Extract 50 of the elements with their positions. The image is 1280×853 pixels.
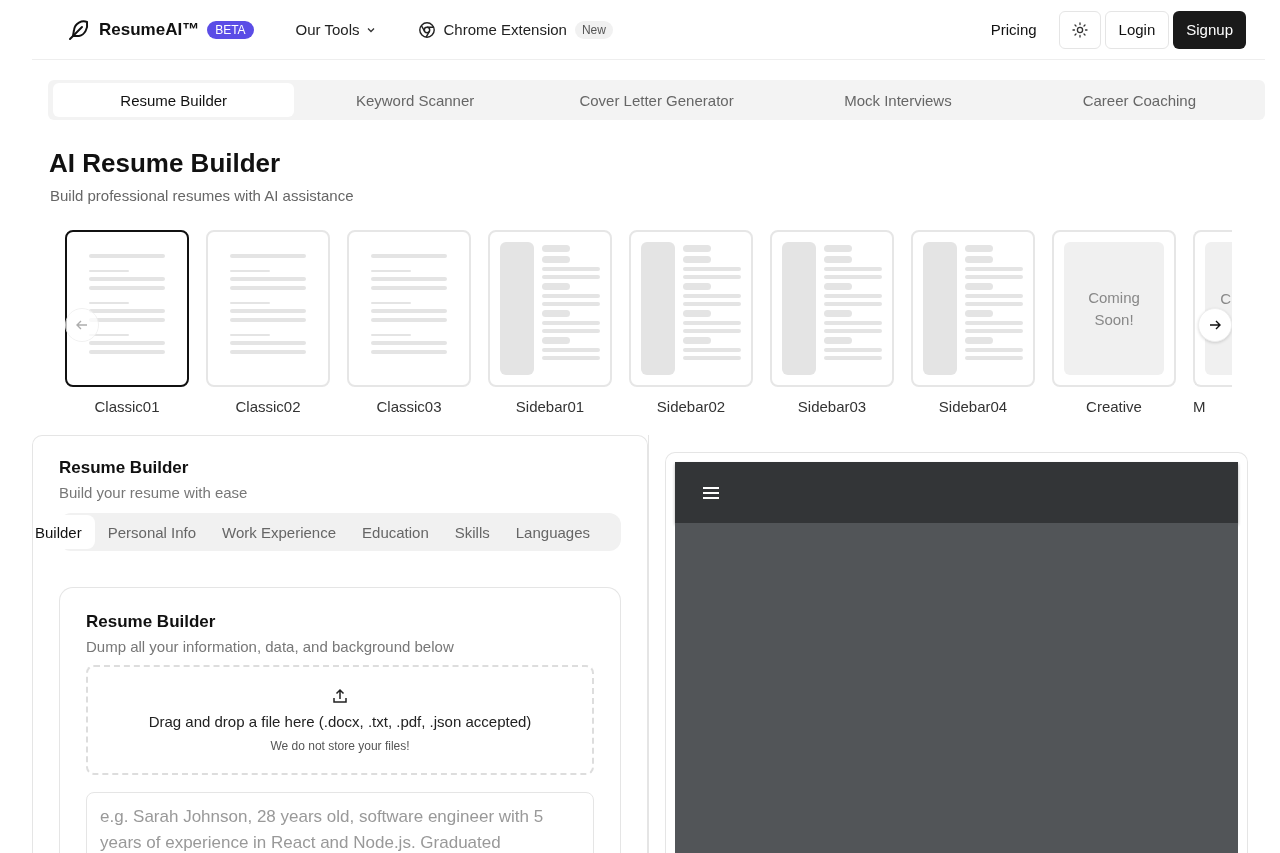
template-thumbnail[interactable]: [65, 230, 189, 387]
menu-icon[interactable]: [702, 485, 720, 500]
card-title: Resume Builder: [86, 612, 217, 632]
arrow-right-icon: [1208, 318, 1222, 332]
section-tab[interactable]: Work Experience: [209, 515, 350, 549]
signup-button[interactable]: Signup: [1173, 10, 1246, 49]
tool-tab[interactable]: Keyword Scanner: [294, 83, 536, 117]
extension-link[interactable]: Chrome Extension: [443, 21, 567, 38]
arrow-left-icon: [75, 318, 89, 332]
pricing-link[interactable]: Pricing: [990, 21, 1037, 38]
template-name: Creative: [1086, 398, 1142, 415]
template-name: Sidebar04: [938, 398, 1008, 415]
dropzone-text: Drag and drop a file here (.docx, .txt, .pdf, .json accepted): [148, 712, 532, 730]
file-dropzone[interactable]: Drag and drop a file here (.docx, .txt, .pdf, .json accepted) We do not store your files!: [86, 665, 594, 775]
panel-title: Resume Builder: [59, 458, 190, 478]
new-badge: New: [574, 20, 613, 39]
sun-icon: [1071, 21, 1088, 38]
info-textarea[interactable]: e.g. Sarah Johnson, 28 years old, software engineer with 5 years of experience in React and Node.js. Graduated: [86, 792, 594, 853]
section-tab[interactable]: Personal Info: [94, 515, 210, 549]
panel-subtitle: Build your resume with ease: [59, 484, 249, 501]
template-name: Sidebar01: [515, 398, 585, 415]
login-button[interactable]: Login: [1104, 10, 1170, 49]
upload-icon: [332, 687, 348, 704]
coming-soon-text: Coming Soon!: [1087, 287, 1141, 330]
card-subtitle: Dump all your information, data, and background below: [86, 638, 455, 655]
section-tab[interactable]: Languages: [502, 515, 603, 549]
tool-tab[interactable]: Career Coaching: [1018, 83, 1261, 117]
section-tab[interactable]: Builder: [33, 515, 95, 549]
brand-name[interactable]: ResumeAI™: [99, 19, 200, 40]
section-tab[interactable]: Education: [349, 515, 442, 549]
coming-soon-text: C: [1220, 289, 1231, 309]
section-tab[interactable]: Skills: [441, 515, 503, 549]
tool-tab[interactable]: Mock Interviews: [777, 83, 1019, 117]
template-thumbnail[interactable]: Coming Soon!: [1052, 230, 1176, 387]
template-name: Classic02: [235, 398, 301, 415]
template-name: Classic01: [94, 398, 160, 415]
template-name: Sidebar02: [656, 398, 726, 415]
feather-icon: [67, 17, 91, 42]
theme-toggle[interactable]: [1058, 10, 1101, 49]
template-name: Sidebar03: [797, 398, 867, 415]
dropzone-note: We do not store your files!: [270, 738, 410, 753]
tool-tab[interactable]: Resume Builder: [53, 83, 295, 117]
tools-menu[interactable]: Our Tools: [295, 21, 376, 38]
template-name: Classic03: [376, 398, 442, 415]
chrome-icon: [417, 20, 436, 39]
beta-badge: BETA: [207, 20, 254, 39]
tool-tab[interactable]: Cover Letter Generator: [535, 83, 778, 117]
page-title: AI Resume Builder: [49, 148, 282, 179]
page-subtitle: Build professional resumes with AI assistance: [50, 187, 355, 204]
template-name: M: [1193, 398, 1206, 415]
